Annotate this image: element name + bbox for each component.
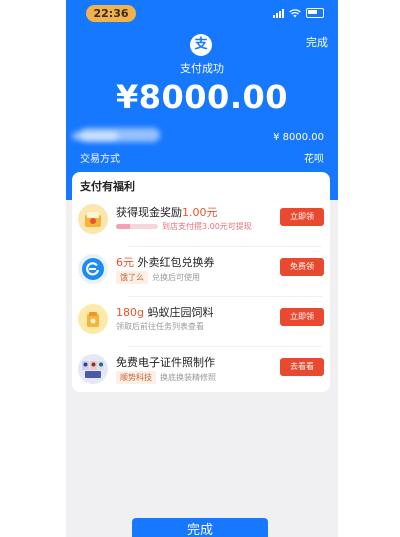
benefits-card: 支付有福利 获得现金奖励1.00元 到店支付攒3.00元可提现 立即领 ··· … [72, 172, 330, 392]
status-icons [273, 8, 324, 18]
benefit-item-cash[interactable]: 获得现金奖励1.00元 到店支付攒3.00元可提现 立即领 [72, 196, 330, 246]
done-button[interactable]: 完成 [132, 518, 268, 537]
benefit-subtitle: 领取后前往任务列表查看 [116, 322, 204, 331]
wifi-icon [289, 8, 301, 17]
brand-tag: 顺势科技 [116, 371, 156, 384]
payment-status-text: 支付成功 [180, 62, 224, 75]
cash-reward-icon [78, 204, 108, 234]
cash-progress-bar [116, 224, 158, 229]
benefit-item-eleme[interactable]: ··· 6元 外卖红包兑换券 饿了么 兑换后可使用 免费领 [72, 246, 330, 296]
status-time: 22:36 [86, 5, 136, 22]
payment-result-header: 22:36 完成 支 支付成功 ¥8000.00 ¥ 8000.00 交易方式 … [66, 0, 338, 200]
claim-button[interactable]: 立即领 [280, 308, 324, 326]
benefit-item-ant-farm[interactable]: ··· 180g 蚂蚁庄园饲料 领取后前往任务列表查看 立即领 [72, 296, 330, 346]
payment-method-value: 花呗 [304, 154, 324, 165]
benefit-subtitle: 到店支付攒3.00元可提现 [116, 221, 252, 232]
benefit-item-id-photo[interactable]: 免费电子证件照制作 顺势科技 换底换装精修照 去看看 [72, 346, 330, 396]
benefit-title: 180g 蚂蚁庄园饲料 [116, 306, 214, 319]
detail-amount: ¥ 8000.00 [273, 132, 324, 143]
payment-amount: ¥8000.00 [115, 78, 288, 116]
more-dots: ··· [312, 248, 322, 256]
phone-screen: 22:36 完成 支 支付成功 ¥8000.00 ¥ 8000.00 交易方式 … [66, 0, 338, 537]
benefit-title: 获得现金奖励1.00元 [116, 206, 218, 219]
eleme-icon [78, 254, 108, 284]
brand-tag: 饿了么 [116, 271, 148, 284]
benefits-title: 支付有福利 [80, 180, 135, 193]
claim-button[interactable]: 立即领 [280, 208, 324, 226]
benefit-title: 6元 外卖红包兑换券 [116, 256, 215, 269]
battery-icon [306, 8, 324, 18]
free-claim-button[interactable]: 免费领 [280, 258, 324, 276]
view-button[interactable]: 去看看 [280, 358, 324, 376]
id-photo-icon [78, 354, 108, 384]
alipay-logo-icon: 支 [190, 34, 212, 56]
payment-method-label: 交易方式 [80, 154, 120, 165]
more-dots: ··· [312, 298, 322, 306]
benefit-title: 免费电子证件照制作 [116, 356, 215, 369]
blurred-merchant-detail [72, 132, 118, 140]
done-link-top[interactable]: 完成 [306, 34, 328, 50]
benefit-subtitle: 饿了么 兑换后可使用 [116, 271, 200, 284]
signal-icon [273, 8, 284, 18]
benefit-subtitle: 顺势科技 换底换装精修照 [116, 371, 216, 384]
ant-farm-icon [78, 304, 108, 334]
